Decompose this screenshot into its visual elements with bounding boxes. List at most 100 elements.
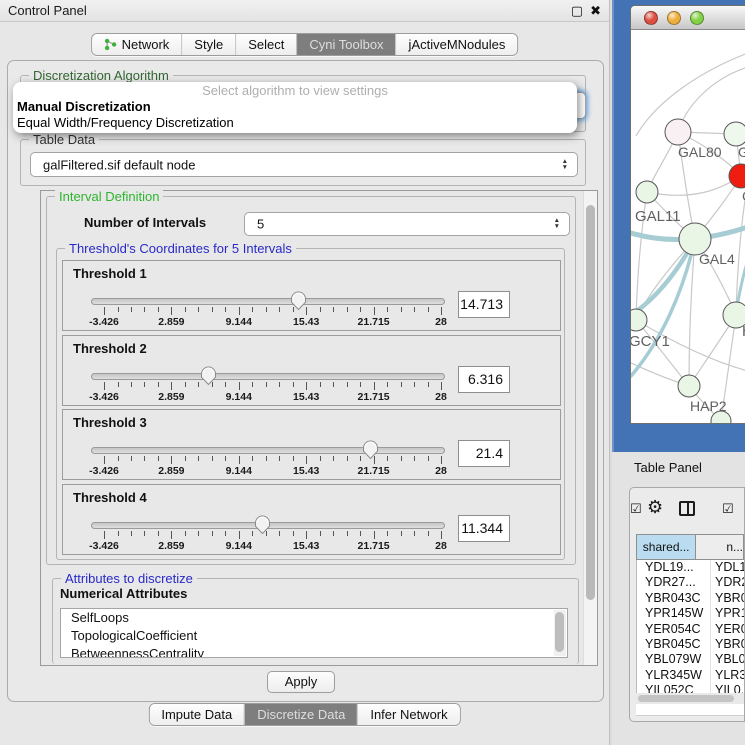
- network-node-gal11[interactable]: [636, 181, 658, 203]
- threshold-panel: Threshold 1 -3.4262.8599.14415.4321.7152…: [62, 260, 561, 331]
- attribute-item-selfloops[interactable]: SelfLoops: [61, 609, 567, 627]
- tab-label: Style: [194, 34, 223, 55]
- column-header-shared[interactable]: shared...: [636, 534, 696, 560]
- number-of-intervals-combo[interactable]: 5 ▲▼: [244, 212, 570, 236]
- attribute-item-topologicalcoefficient[interactable]: TopologicalCoefficient: [61, 627, 567, 645]
- algorithm-option-equal-width-frequency-discretization[interactable]: Equal Width/Frequency Discretization: [13, 115, 577, 131]
- threshold-value[interactable]: 14.713: [458, 291, 510, 318]
- slider-thumb[interactable]: [361, 439, 380, 460]
- stepper-icon[interactable]: ▲▼: [562, 159, 568, 171]
- tab-label: Infer Network: [370, 704, 447, 725]
- table-rows: YDL19...YDL1...YDR27...YDR2...YBR043CYBR…: [636, 560, 744, 693]
- interval-definition-title: Interval Definition: [55, 189, 163, 204]
- tick-label: 28: [435, 540, 447, 552]
- number-of-intervals-label: Number of Intervals: [84, 215, 206, 230]
- network-icon: [104, 38, 117, 51]
- restore-icon[interactable]: ▢: [571, 3, 583, 19]
- slider-track[interactable]: [91, 298, 445, 305]
- settings-scroll-panel: Interval Definition Number of Intervals …: [40, 190, 598, 666]
- network-node-gal80[interactable]: [665, 119, 691, 145]
- tick-label: -3.426: [89, 316, 119, 328]
- cell-name: YDR2...: [711, 575, 744, 590]
- panel-scrollbar[interactable]: [583, 191, 597, 665]
- threshold-value[interactable]: 6.316: [458, 366, 510, 393]
- slider-thumb[interactable]: [289, 290, 308, 311]
- network-node-hap2[interactable]: [678, 375, 700, 397]
- checkbox-icon[interactable]: ☑: [630, 501, 642, 517]
- network-view-frame: GAL80GACGAL11GAL4GCY1HHAP2: [612, 0, 745, 452]
- threshold-label: Threshold 3: [73, 415, 147, 430]
- attribute-item-betweennesscentrality[interactable]: BetweennessCentrality: [61, 645, 567, 658]
- threshold-panel: Threshold 3 -3.4262.8599.14415.4321.7152…: [62, 409, 561, 480]
- tab-label: Cyni Toolbox: [309, 34, 383, 55]
- tick-label: 28: [435, 465, 447, 477]
- attributes-scrollbar[interactable]: [554, 610, 566, 656]
- node-label: GA: [738, 144, 745, 160]
- node-label: GAL80: [678, 144, 722, 160]
- node-label: GCY1: [631, 333, 670, 350]
- slider-thumb[interactable]: [199, 365, 218, 386]
- slider-track[interactable]: [91, 373, 445, 380]
- cell-name: YPR1...: [711, 606, 744, 621]
- table-row[interactable]: YBR045CYBR0...: [637, 637, 744, 652]
- slider-tick-labels: -3.4262.8599.14415.4321.71528: [104, 465, 441, 477]
- slider-ticks: [104, 531, 441, 540]
- algorithm-option-manual-discretization[interactable]: Manual Discretization: [13, 99, 577, 115]
- cell-name: YLR3...: [711, 668, 744, 683]
- cell-name: YDL1...: [711, 560, 744, 575]
- cell-name: YBL0...: [711, 652, 744, 667]
- table-row[interactable]: YDR27...YDR2...: [637, 575, 744, 590]
- split-columns-icon[interactable]: [679, 501, 695, 516]
- table-row[interactable]: YBL079WYBL0...: [637, 652, 744, 667]
- cell-shared-name: YBR045C: [637, 637, 711, 652]
- network-canvas[interactable]: GAL80GACGAL11GAL4GCY1HHAP2: [631, 31, 745, 423]
- close-light[interactable]: [644, 11, 658, 25]
- threshold-panel: Threshold 4 -3.4262.8599.14415.4321.7152…: [62, 484, 561, 555]
- gear-icon[interactable]: ⚙: [647, 497, 663, 518]
- window-title: Control Panel: [8, 3, 87, 18]
- tick-label: 15.43: [293, 465, 319, 477]
- table-row[interactable]: YLR345WYLR3...: [637, 668, 744, 683]
- slider-track[interactable]: [91, 447, 445, 454]
- threshold-value[interactable]: 21.4: [458, 440, 510, 467]
- column-header-n[interactable]: n...: [696, 534, 744, 560]
- cell-shared-name: YDR27...: [637, 575, 711, 590]
- network-node-c[interactable]: [729, 164, 745, 188]
- table-data-combo[interactable]: galFiltered.sif default node ▲▼: [30, 152, 578, 177]
- tab-impute-data[interactable]: Impute Data: [149, 704, 244, 725]
- slider-thumb[interactable]: [253, 514, 272, 535]
- apply-button[interactable]: Apply: [267, 671, 335, 693]
- table-row[interactable]: YIL052CYIL0...: [637, 683, 744, 693]
- tick-label: 9.144: [226, 316, 252, 328]
- tab-jactivemnodules[interactable]: jActiveMNodules: [396, 34, 518, 55]
- slider-ticks: [104, 307, 441, 316]
- top-tab-bar: Network Style Select Cyni Toolbox jActiveMNo…: [91, 33, 519, 56]
- tab-network[interactable]: Network: [92, 34, 182, 55]
- tab-cyni-toolbox[interactable]: Cyni Toolbox: [296, 34, 395, 55]
- tab-select[interactable]: Select: [235, 34, 296, 55]
- threshold-value[interactable]: 11.344: [458, 515, 510, 542]
- table-data-title: Table Data: [29, 132, 99, 147]
- table-panel-window: ⚙ ☑ ☑ shared...n... YDL19...YDL1...YDR27..…: [629, 487, 745, 722]
- tab-infer-network[interactable]: Infer Network: [357, 704, 459, 725]
- table-horizontal-scrollbar[interactable]: [636, 693, 744, 704]
- close-icon[interactable]: ✖: [590, 3, 601, 19]
- tab-style[interactable]: Style: [181, 34, 235, 55]
- table-row[interactable]: YBR043CYBR0...: [637, 591, 744, 606]
- checkbox-icon[interactable]: ☑: [722, 501, 734, 517]
- zoom-light[interactable]: [690, 11, 704, 25]
- network-node-gcy1[interactable]: [631, 309, 647, 331]
- table-row[interactable]: YPR145WYPR1...: [637, 606, 744, 621]
- minimize-light[interactable]: [667, 11, 681, 25]
- tab-label: jActiveMNodules: [409, 34, 506, 55]
- numerical-attributes-list[interactable]: SelfLoopsTopologicalCoefficientBetweenne…: [60, 608, 568, 658]
- table-row[interactable]: YDL19...YDL1...: [637, 560, 744, 575]
- stepper-icon[interactable]: ▲▼: [554, 218, 560, 230]
- tab-discretize-data[interactable]: Discretize Data: [244, 704, 357, 725]
- table-row[interactable]: YER054CYER0...: [637, 622, 744, 637]
- interval-definition-group: Interval Definition Number of Intervals …: [46, 196, 576, 565]
- cell-shared-name: YLR345W: [637, 668, 711, 683]
- network-node-ga[interactable]: [724, 122, 745, 146]
- network-window-titlebar: [631, 6, 745, 30]
- attributes-group: Attributes to discretize Numerical Attri…: [52, 578, 579, 664]
